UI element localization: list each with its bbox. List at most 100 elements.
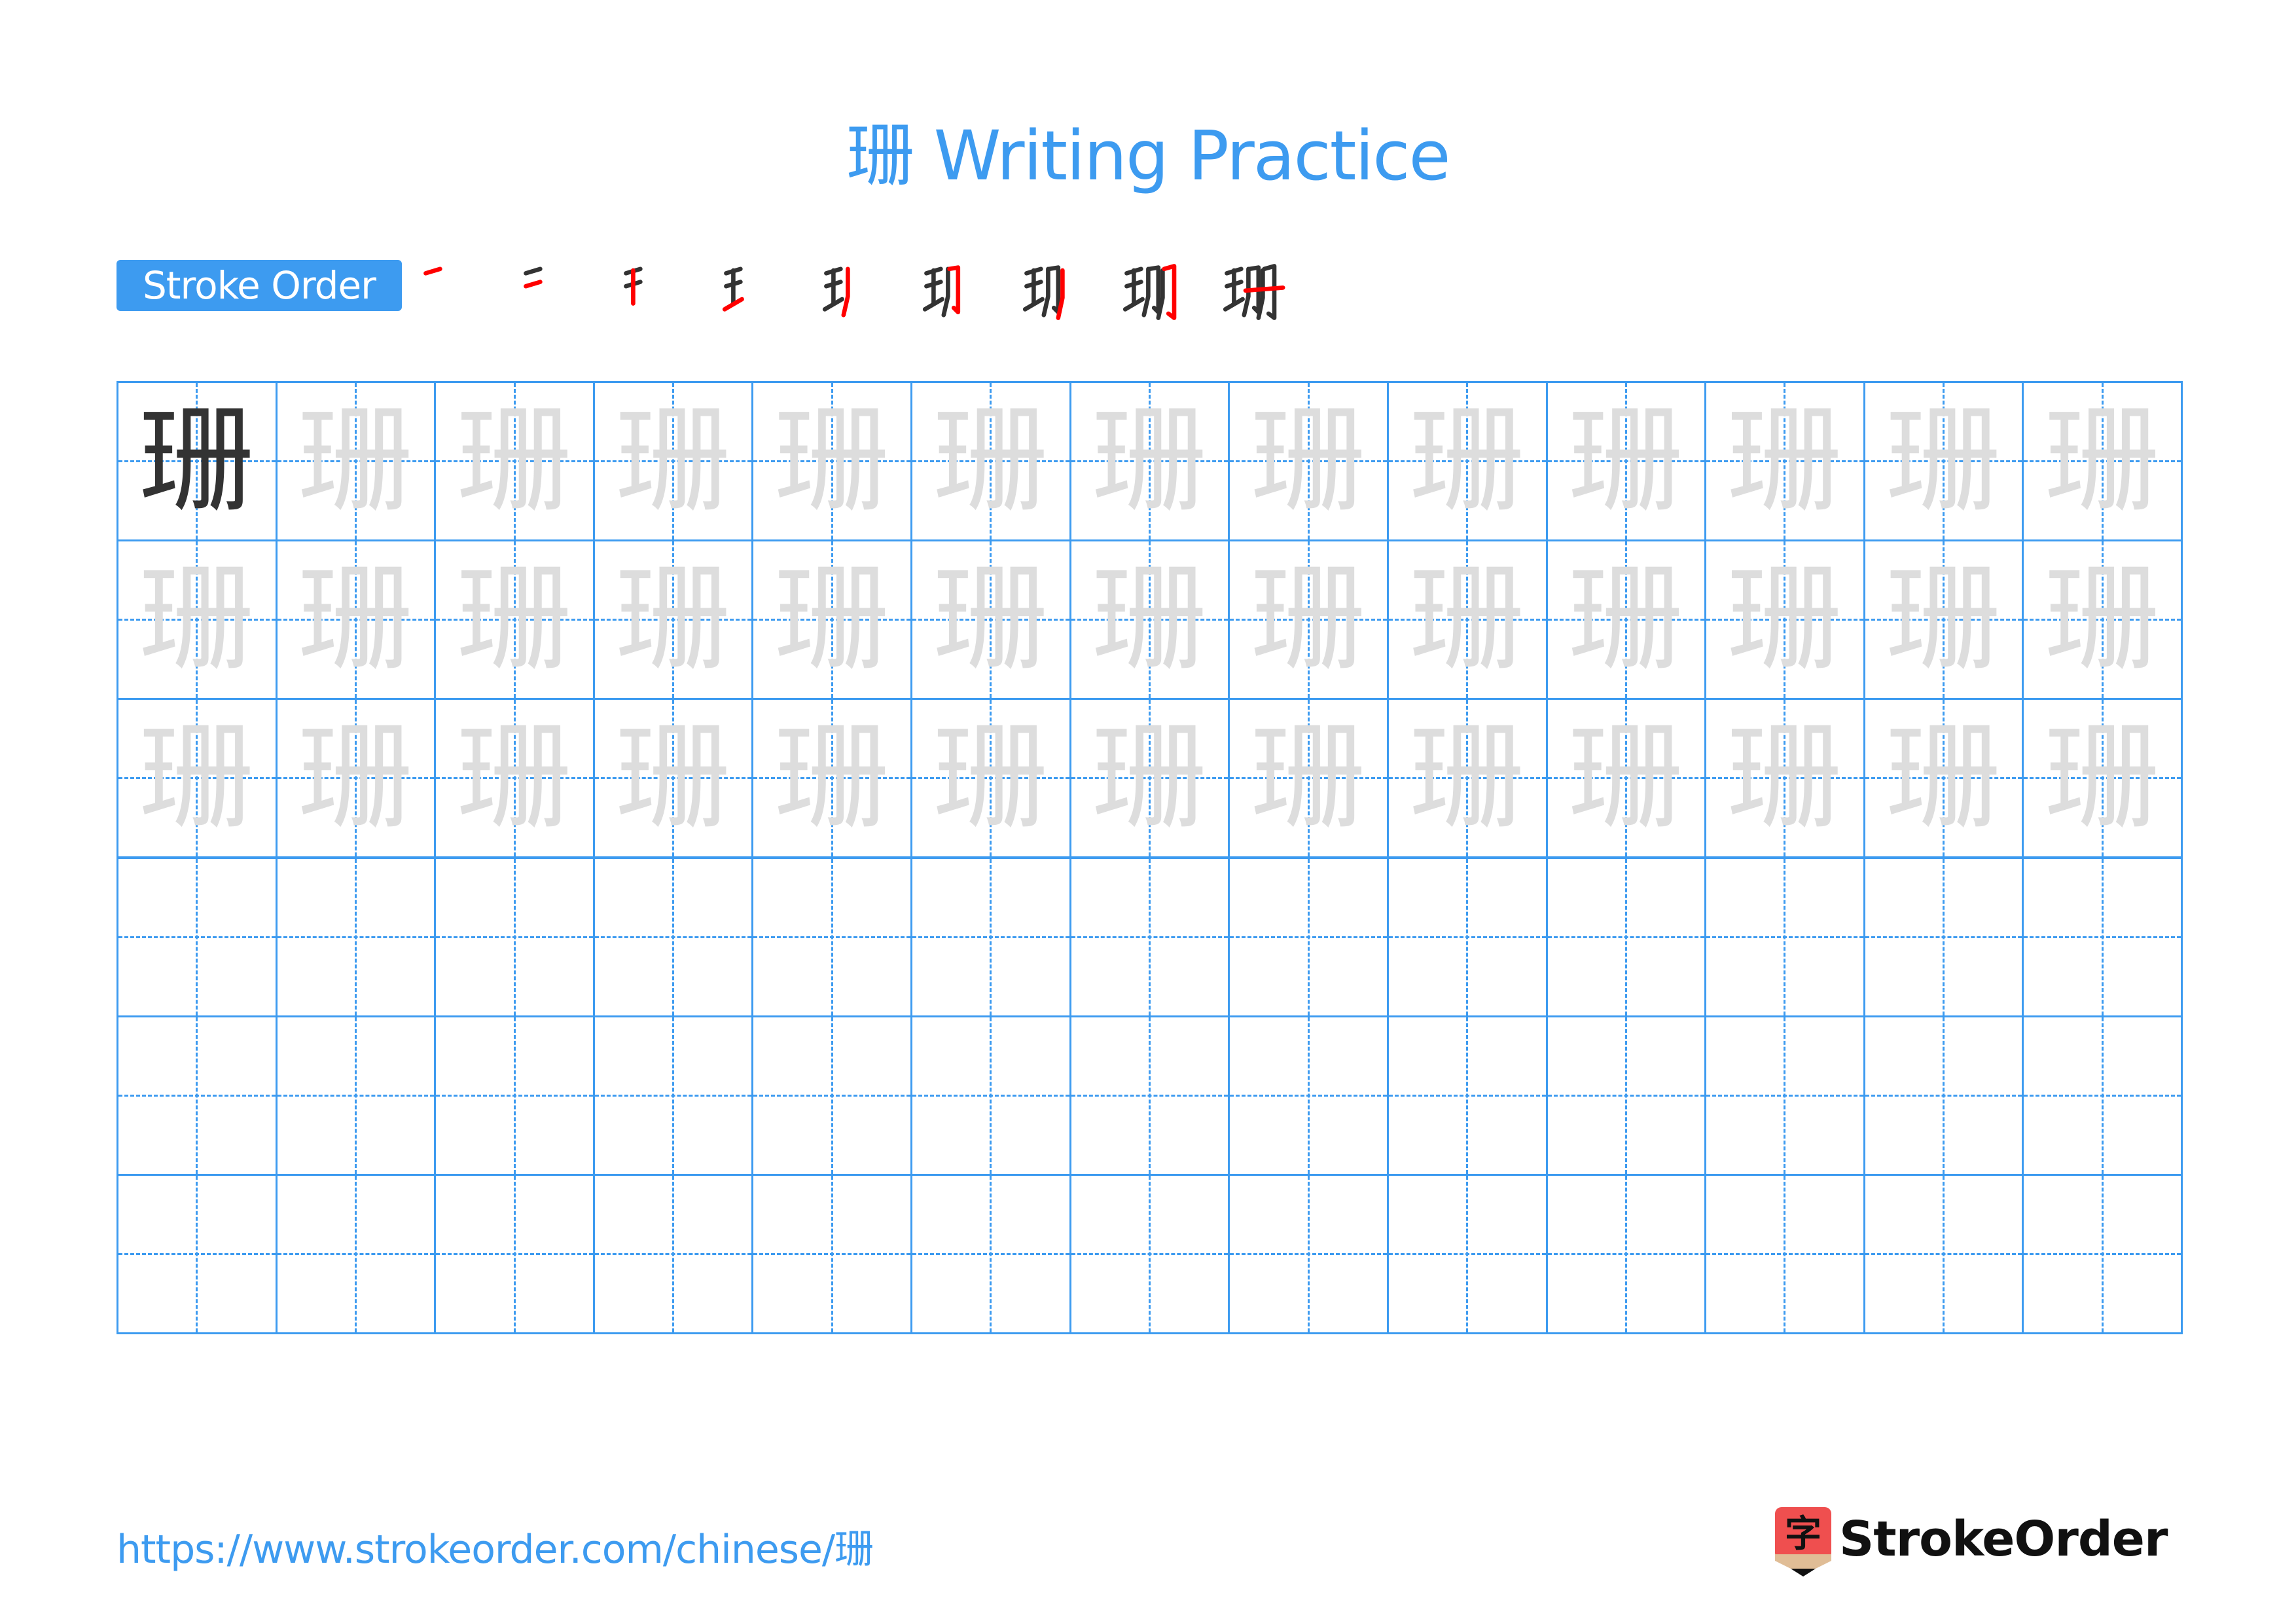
practice-cell[interactable]	[117, 1173, 278, 1334]
practice-cell[interactable]: 珊	[2022, 381, 2183, 542]
practice-cell[interactable]	[1545, 856, 1707, 1017]
practice-cell[interactable]	[2022, 1173, 2183, 1334]
practice-cell[interactable]	[1863, 1173, 2024, 1334]
practice-cell[interactable]	[1228, 1173, 1389, 1334]
practice-cell[interactable]: 珊	[1704, 539, 1865, 701]
pencil-zi-logo-icon: 字	[1775, 1507, 1831, 1577]
practice-cell[interactable]: 珊	[910, 698, 1071, 859]
practice-cell[interactable]: 珊	[434, 539, 595, 701]
practice-cell[interactable]: 珊	[1863, 539, 2024, 701]
practice-cell[interactable]: 珊	[1386, 698, 1548, 859]
practice-cell[interactable]	[1228, 856, 1389, 1017]
practice-cell[interactable]: 珊	[1704, 381, 1865, 542]
practice-cell[interactable]	[910, 856, 1071, 1017]
practice-cell[interactable]	[2022, 1015, 2183, 1176]
practice-cell[interactable]	[1228, 1015, 1389, 1176]
trace-character: 珊	[1092, 710, 1208, 845]
trace-character: 珊	[1409, 710, 1525, 845]
practice-cell[interactable]	[275, 1015, 437, 1176]
practice-cell[interactable]	[1704, 856, 1865, 1017]
guide-line-horizontal	[277, 1094, 435, 1097]
practice-cell[interactable]	[1069, 856, 1230, 1017]
practice-cell[interactable]: 珊	[592, 381, 754, 542]
practice-cell[interactable]	[434, 856, 595, 1017]
practice-cell[interactable]: 珊	[275, 539, 437, 701]
practice-cell[interactable]: 珊	[1386, 539, 1548, 701]
trace-character: 珊	[933, 393, 1049, 528]
practice-cell[interactable]: 珊	[1545, 539, 1707, 701]
practice-cell[interactable]: 珊	[1545, 698, 1707, 859]
practice-cell[interactable]	[751, 856, 913, 1017]
practice-cell[interactable]	[910, 1015, 1071, 1176]
practice-cell[interactable]	[117, 856, 278, 1017]
practice-cell[interactable]: 珊	[1069, 698, 1230, 859]
practice-cell[interactable]: 珊	[592, 698, 754, 859]
practice-cell[interactable]: 珊	[910, 381, 1071, 542]
guide-line-horizontal	[118, 936, 276, 938]
practice-cell[interactable]: 珊	[751, 381, 913, 542]
trace-character: 珊	[774, 552, 890, 687]
practice-cell[interactable]: 珊	[1863, 698, 2024, 859]
practice-cell[interactable]: 珊	[434, 698, 595, 859]
practice-cell[interactable]: 珊	[117, 698, 278, 859]
practice-cell[interactable]	[1863, 856, 2024, 1017]
practice-cell[interactable]	[275, 1173, 437, 1334]
practice-cell[interactable]	[1069, 1015, 1230, 1176]
practice-cell[interactable]: 珊	[275, 381, 437, 542]
practice-cell[interactable]	[1863, 1015, 2024, 1176]
practice-cell[interactable]: 珊	[1228, 539, 1389, 701]
practice-cell[interactable]	[1386, 856, 1548, 1017]
practice-cell[interactable]: 珊	[2022, 698, 2183, 859]
practice-cell[interactable]	[1069, 1173, 1230, 1334]
practice-cell[interactable]: 珊	[117, 381, 278, 542]
trace-character: 珊	[298, 552, 414, 687]
trace-character: 珊	[139, 552, 255, 687]
guide-line-horizontal	[594, 1252, 752, 1255]
practice-cell[interactable]: 珊	[910, 539, 1071, 701]
practice-cell[interactable]	[592, 856, 754, 1017]
practice-cell[interactable]	[1704, 1173, 1865, 1334]
trace-character: 珊	[457, 393, 573, 528]
practice-cell[interactable]	[1386, 1173, 1548, 1334]
practice-cell[interactable]: 珊	[1704, 698, 1865, 859]
practice-cell[interactable]	[910, 1173, 1071, 1334]
stroke-9	[1243, 285, 1285, 293]
practice-cell[interactable]	[1704, 1015, 1865, 1176]
practice-cell[interactable]	[1545, 1173, 1707, 1334]
practice-cell[interactable]	[751, 1015, 913, 1176]
practice-cell[interactable]	[434, 1173, 595, 1334]
practice-cell[interactable]: 珊	[275, 698, 437, 859]
practice-cell[interactable]	[434, 1015, 595, 1176]
practice-cell[interactable]: 珊	[592, 539, 754, 701]
practice-cell[interactable]	[592, 1015, 754, 1176]
trace-character: 珊	[933, 552, 1049, 687]
practice-cell[interactable]: 珊	[1545, 381, 1707, 542]
practice-cell[interactable]: 珊	[1069, 539, 1230, 701]
guide-line-horizontal	[1865, 1252, 2022, 1255]
practice-cell[interactable]: 珊	[1069, 381, 1230, 542]
practice-cell[interactable]	[751, 1173, 913, 1334]
practice-cell[interactable]	[592, 1173, 754, 1334]
practice-cell[interactable]: 珊	[1863, 381, 2024, 542]
practice-cell[interactable]: 珊	[751, 698, 913, 859]
practice-cell[interactable]	[1386, 1015, 1548, 1176]
footer-url-link[interactable]: https://www.strokeorder.com/chinese/珊	[117, 1518, 874, 1575]
practice-cell[interactable]: 珊	[751, 539, 913, 701]
practice-cell[interactable]	[117, 1015, 278, 1176]
stroke-order-step-5	[816, 256, 888, 328]
guide-line-horizontal	[1547, 936, 1705, 938]
practice-cell[interactable]: 珊	[1228, 698, 1389, 859]
practice-cell[interactable]: 珊	[1228, 381, 1389, 542]
practice-cell[interactable]	[2022, 856, 2183, 1017]
trace-character: 珊	[1092, 393, 1208, 528]
practice-cell[interactable]: 珊	[2022, 539, 2183, 701]
practice-cell[interactable]	[1545, 1015, 1707, 1176]
brand-logo[interactable]: 字 StrokeOrder	[1774, 1506, 2179, 1578]
trace-character: 珊	[615, 393, 731, 528]
guide-line-horizontal	[1071, 1094, 1229, 1097]
trace-character: 珊	[1727, 552, 1842, 687]
practice-cell[interactable]	[275, 856, 437, 1017]
practice-cell[interactable]: 珊	[434, 381, 595, 542]
practice-cell[interactable]: 珊	[117, 539, 278, 701]
practice-cell[interactable]: 珊	[1386, 381, 1548, 542]
